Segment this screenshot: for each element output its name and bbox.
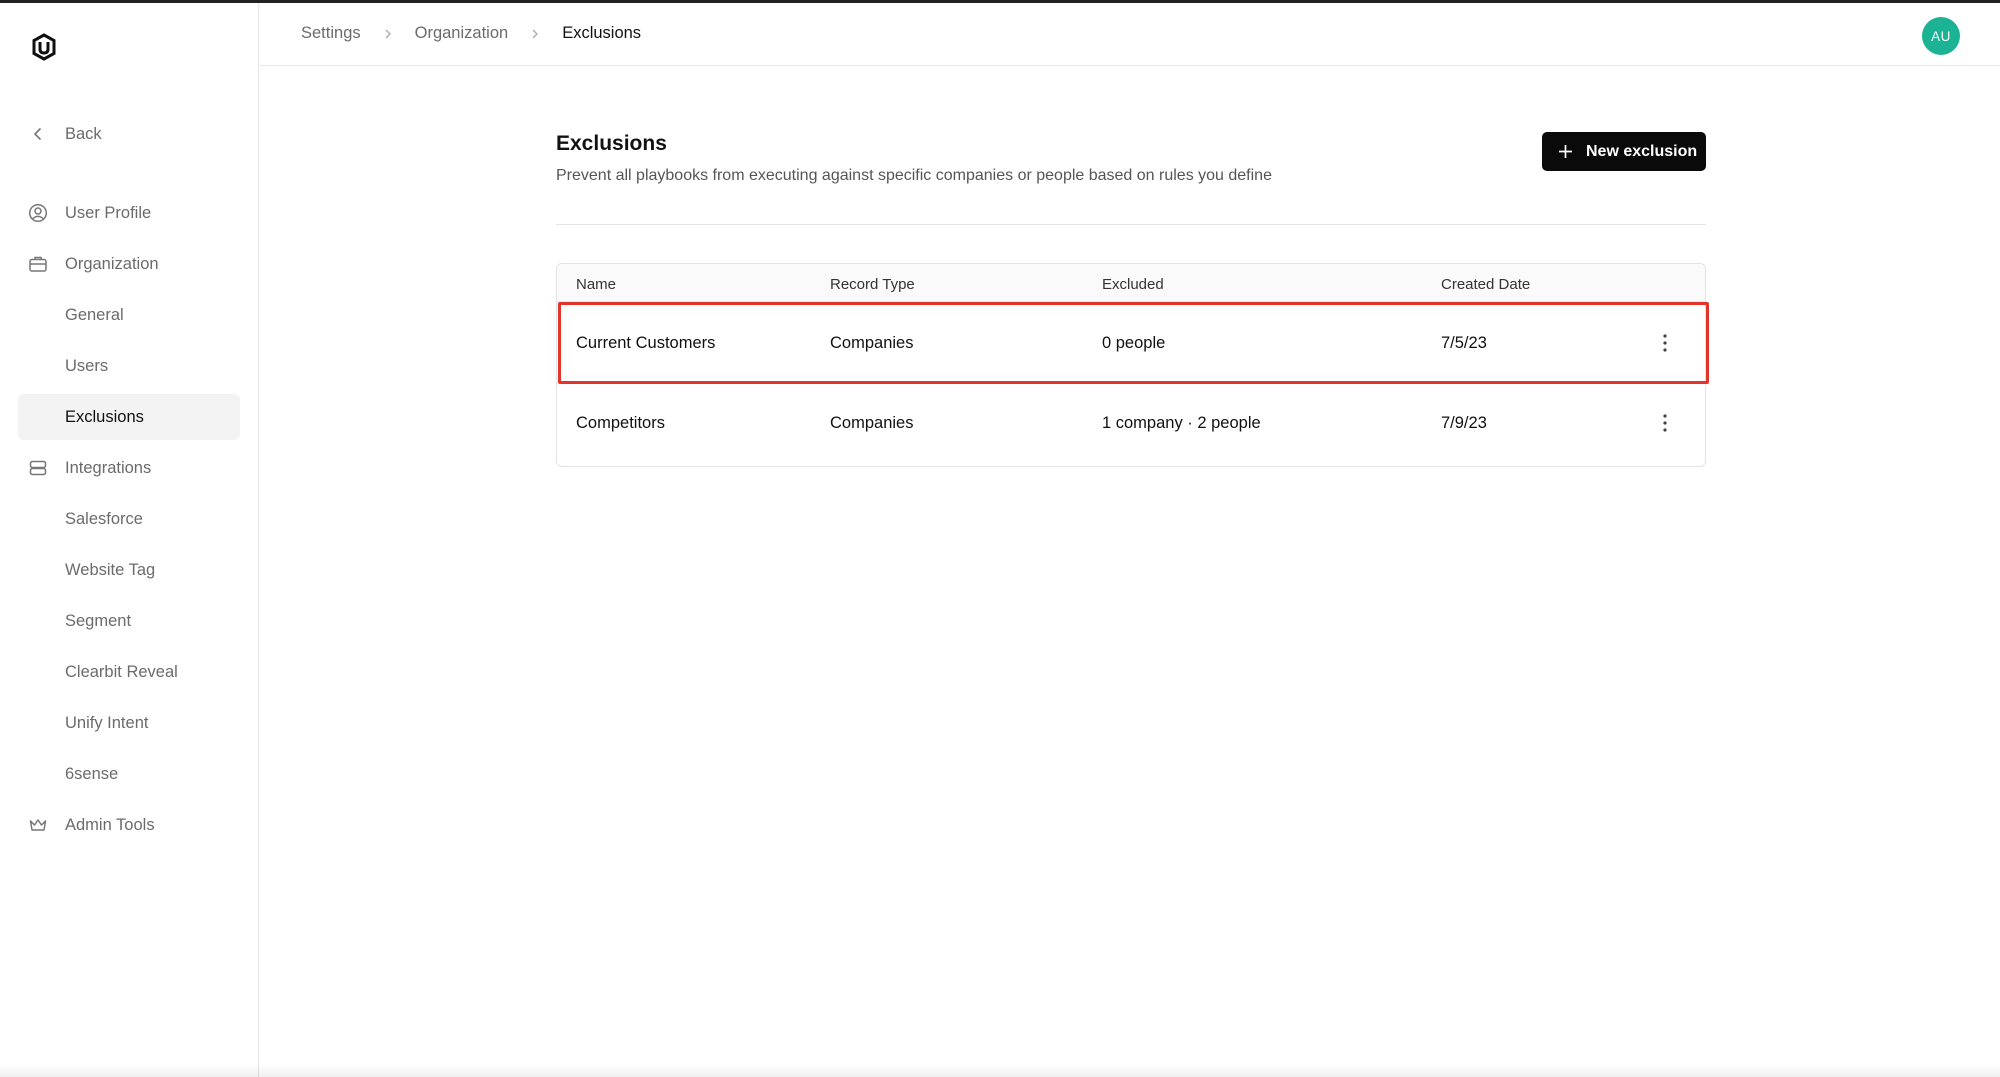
sidebar-item-exclusions[interactable]: Exclusions bbox=[18, 394, 240, 440]
server-icon bbox=[29, 460, 47, 476]
column-header-created-date[interactable]: Created Date bbox=[1441, 276, 1530, 293]
sidebar-item-label: 6sense bbox=[65, 764, 119, 783]
sidebar-item-salesforce[interactable]: Salesforce bbox=[18, 496, 240, 542]
sidebar-item-label: Exclusions bbox=[65, 407, 144, 426]
sidebar-item-clearbit-reveal[interactable]: Clearbit Reveal bbox=[18, 649, 240, 695]
sidebar-item-label: Admin Tools bbox=[65, 815, 155, 834]
breadcrumb-organization[interactable]: Organization bbox=[415, 24, 509, 43]
chevron-right-icon bbox=[385, 29, 391, 38]
sidebar-item-user-profile[interactable]: User Profile bbox=[18, 190, 240, 236]
table-header: Name Record Type Excluded Created Date bbox=[557, 264, 1705, 302]
page-title: Exclusions bbox=[556, 132, 667, 155]
user-circle-icon bbox=[28, 203, 48, 223]
app-logo-icon[interactable] bbox=[30, 33, 58, 61]
sidebar-item-label: Organization bbox=[65, 254, 159, 273]
sidebar-item-website-tag[interactable]: Website Tag bbox=[18, 547, 240, 593]
sidebar-item-label: Segment bbox=[65, 611, 132, 630]
chevron-right-icon bbox=[532, 29, 539, 38]
sidebar-item-organization[interactable]: Organization bbox=[18, 241, 240, 287]
more-options-icon[interactable] bbox=[1655, 411, 1675, 435]
table-row[interactable]: Competitors Companies 1 company · 2 peop… bbox=[557, 383, 1705, 463]
sidebar-item-label: Integrations bbox=[65, 458, 152, 477]
sidebar-item-integrations[interactable]: Integrations bbox=[18, 445, 240, 491]
chevron-left-icon bbox=[33, 127, 42, 141]
divider bbox=[556, 224, 1706, 225]
breadcrumb: Settings Organization Exclusions bbox=[301, 24, 641, 43]
back-button[interactable]: Back bbox=[18, 111, 240, 157]
back-label: Back bbox=[65, 124, 102, 143]
cell-created-date: 7/9/23 bbox=[1441, 414, 1487, 432]
cell-name: Competitors bbox=[576, 414, 665, 432]
cell-record-type: Companies bbox=[830, 414, 914, 432]
bottom-shadow bbox=[0, 1063, 2000, 1077]
sidebar-item-label: Users bbox=[65, 356, 109, 375]
new-exclusion-label: New exclusion bbox=[1586, 142, 1698, 160]
row-highlight-box bbox=[558, 302, 1709, 384]
sidebar-item-label: Salesforce bbox=[65, 509, 143, 528]
top-header: Settings Organization Exclusions AU bbox=[260, 3, 2000, 66]
sidebar-item-label: Website Tag bbox=[65, 560, 156, 579]
sidebar-item-general[interactable]: General bbox=[18, 292, 240, 338]
sidebar-item-label: Clearbit Reveal bbox=[65, 662, 178, 681]
sidebar-item-label: User Profile bbox=[65, 203, 152, 222]
sidebar-item-unify-intent[interactable]: Unify Intent bbox=[18, 700, 240, 746]
column-header-record-type[interactable]: Record Type bbox=[830, 276, 915, 293]
sidebar: Back User Profile Organization General U… bbox=[0, 3, 259, 1077]
breadcrumb-exclusions: Exclusions bbox=[562, 24, 642, 42]
sidebar-item-segment[interactable]: Segment bbox=[18, 598, 240, 644]
cell-excluded: 1 company · 2 people bbox=[1102, 414, 1261, 432]
column-header-excluded[interactable]: Excluded bbox=[1102, 276, 1164, 293]
page-subtitle: Prevent all playbooks from executing aga… bbox=[556, 167, 1272, 184]
sidebar-item-label: General bbox=[65, 305, 124, 324]
sidebar-item-admin-tools[interactable]: Admin Tools bbox=[18, 802, 240, 848]
crown-icon bbox=[29, 819, 47, 831]
breadcrumb-settings[interactable]: Settings bbox=[301, 24, 361, 43]
column-header-name[interactable]: Name bbox=[576, 276, 616, 293]
sidebar-item-label: Unify Intent bbox=[65, 713, 149, 732]
sidebar-item-users[interactable]: Users bbox=[18, 343, 240, 389]
new-exclusion-button[interactable]: New exclusion bbox=[1542, 132, 1706, 171]
avatar[interactable]: AU bbox=[1922, 17, 1960, 55]
sidebar-item-6sense[interactable]: 6sense bbox=[18, 751, 240, 797]
briefcase-icon bbox=[29, 256, 47, 272]
plus-icon bbox=[1559, 145, 1572, 158]
